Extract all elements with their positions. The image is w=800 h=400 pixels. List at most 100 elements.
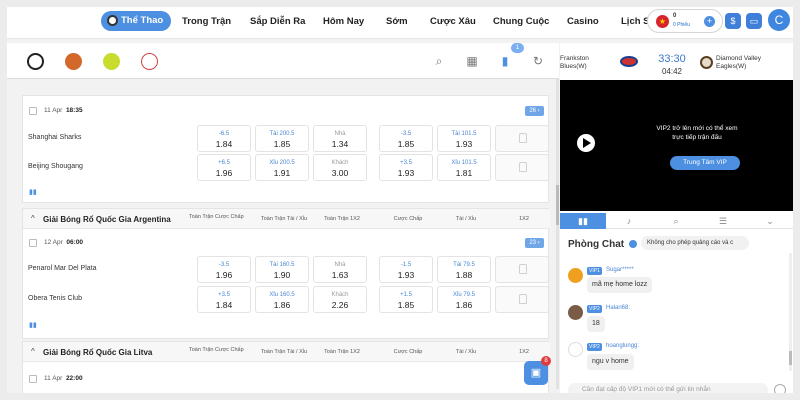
nav-item-sap-dien-ra[interactable]: Sắp Diễn Ra (250, 16, 305, 27)
odds-price: 3.00 (331, 168, 349, 178)
odds-cell[interactable]: +6.5 1.96 (197, 154, 251, 181)
odds-cell[interactable]: -6.5 1.84 (197, 125, 251, 152)
chat-scrollbar-thumb[interactable] (789, 351, 792, 365)
chat-input[interactable]: Cần đạt cấp độ VIP1 mới có thể gửi tin n… (568, 383, 768, 393)
odds-cell[interactable]: Tài 79.5 1.88 (437, 256, 491, 283)
list-scrollbar-thumb[interactable] (556, 185, 559, 225)
chat-notice: Không cho phép quảng cáo và c (641, 236, 749, 250)
balance-secondary: 0 Phiếu (673, 22, 690, 28)
list-scrollbar[interactable] (556, 79, 559, 389)
search-icon[interactable]: ⌕ (432, 54, 446, 68)
league-header[interactable]: ^ Giải Bóng Rổ Quốc Gia Argentina Toàn T… (23, 209, 550, 229)
odds-cell[interactable]: +3.5 1.84 (197, 286, 251, 313)
emoji-icon[interactable] (774, 384, 786, 393)
basketball-icon[interactable] (65, 53, 82, 70)
balance-box[interactable]: ★ 0 0 Phiếu + (647, 9, 723, 33)
odds-line: Nhà (334, 131, 346, 137)
chat-scrollbar[interactable] (789, 253, 792, 371)
chevron-up-icon[interactable]: ^ (31, 214, 35, 223)
locked-odds-cell (495, 286, 549, 313)
nav-item-cuoc-xau[interactable]: Cược Xâu (430, 16, 476, 27)
baseball-icon[interactable] (141, 53, 158, 70)
avatar[interactable]: C (768, 9, 790, 31)
calendar-icon[interactable]: ▦ (465, 54, 479, 68)
chevron-up-icon[interactable]: ^ (31, 347, 35, 356)
column-header: Toàn Trận 1X2 (324, 349, 360, 355)
top-nav: Thể Thao Trong Trận Sắp Diễn Ra Hôm Nay … (7, 7, 793, 39)
column-header: Toàn Trận Cược Chấp (189, 347, 244, 353)
odds-price: 1.86 (273, 300, 291, 310)
odds-line: Tài 101.5 (451, 131, 477, 137)
nav-item-trong-tran[interactable]: Trong Trận (182, 16, 231, 27)
video-player[interactable]: VIP2 trở lên mới có thể xem trực tiếp tr… (560, 80, 793, 211)
match-date: 11 Apr 18:35 (44, 107, 83, 114)
odds-price: 1.90 (273, 270, 291, 280)
microphone-tab-icon[interactable]: ♪ (606, 213, 652, 229)
odds-cell[interactable]: Tài 101.5 1.93 (437, 125, 491, 152)
nav-item-som[interactable]: Sớm (386, 16, 408, 27)
odds-line: Khách (331, 160, 349, 166)
nav-item-the-thao[interactable]: Thể Thao (101, 11, 172, 31)
chevron-down-icon[interactable]: ⌄ (747, 213, 793, 229)
odds-cell[interactable]: Xỉu 101.5 1.81 (437, 154, 491, 181)
league-card: ^ Giải Bóng Rổ Quốc Gia Litva Toàn Trận … (22, 341, 550, 393)
odds-cell[interactable]: Khách 2.26 (313, 286, 367, 313)
soccer-ball-icon[interactable] (27, 53, 44, 70)
match-checkbox[interactable] (29, 107, 37, 115)
odds-cell[interactable]: Nhà 1.63 (313, 256, 367, 283)
nav-item-hom-nay[interactable]: Hôm Nay (323, 16, 364, 27)
vip-center-button[interactable]: Trung Tâm VIP (670, 156, 740, 170)
match-date-day: 11 Apr (44, 375, 63, 382)
odds-cell[interactable]: +3.5 1.93 (379, 154, 433, 181)
odds-price: 1.81 (455, 168, 473, 178)
bookmark-icon[interactable]: ▮ (498, 54, 512, 68)
tennis-ball-icon[interactable] (103, 53, 120, 70)
team1-name: Frankston Blues(W) (560, 55, 589, 70)
more-markets-badge[interactable]: 26 › (525, 106, 544, 116)
column-header: Cược Chấp (393, 216, 423, 222)
list-tab-icon[interactable]: ☰ (700, 213, 746, 229)
live-panel: Frankston Blues(W) 33:30 04:42 Diamond V… (560, 43, 793, 393)
deposit-plus-icon[interactable]: + (704, 16, 715, 27)
match-checkbox[interactable] (29, 375, 37, 383)
info-icon[interactable] (629, 240, 637, 248)
odds-cell[interactable]: -1.5 1.93 (379, 256, 433, 283)
vip-message: VIP2 trở lên mới có thể xem trực tiếp tr… (656, 125, 738, 141)
bet-slip-button[interactable]: ▣ 8 (524, 356, 551, 385)
odds-line: Khách (331, 292, 349, 298)
odds-cell[interactable]: -3.5 1.85 (379, 125, 433, 152)
card-icon[interactable]: ▭ (746, 13, 762, 29)
odds-cell[interactable]: Tài 160.5 1.90 (255, 256, 309, 283)
stats-tab-icon[interactable]: ▮▮ (560, 213, 606, 229)
nav-item-casino[interactable]: Casino (567, 16, 599, 27)
odds-cell[interactable]: Khách 3.00 (313, 154, 367, 181)
odds-line: Tài 200.5 (269, 131, 295, 137)
odds-price: 1.93 (397, 270, 415, 280)
refresh-icon[interactable]: ↻ (531, 54, 545, 68)
odds-price: 1.96 (215, 168, 233, 178)
play-icon[interactable] (577, 134, 595, 152)
search-tab-icon[interactable]: ⌕ (653, 213, 699, 229)
odds-cell[interactable]: Xỉu 160.5 1.86 (255, 286, 309, 313)
stats-icon[interactable]: ▮▮ (29, 321, 37, 329)
column-header: Cược Chấp (393, 349, 423, 355)
chat-message: ngu v home (587, 354, 634, 370)
odds-line: Xỉu 160.5 (269, 292, 295, 298)
odds-cell[interactable]: -3.5 1.96 (197, 256, 251, 283)
column-header: Toàn Trận Cược Chấp (189, 214, 244, 220)
locked-odds-cell (495, 125, 549, 152)
nav-item-chung-cuoc[interactable]: Chung Cuộc (493, 16, 549, 27)
odds-cell[interactable]: Xỉu 79.5 1.86 (437, 286, 491, 313)
match-checkbox[interactable] (29, 239, 37, 247)
odds-cell[interactable]: +1.5 1.85 (379, 286, 433, 313)
odds-price: 1.84 (215, 300, 233, 310)
stats-icon[interactable]: ▮▮ (29, 188, 37, 196)
odds-cell[interactable]: Tài 200.5 1.85 (255, 125, 309, 152)
wallet-icon[interactable]: $ (725, 13, 741, 29)
more-markets-count: 26 (529, 108, 536, 114)
odds-cell[interactable]: Nhà 1.34 (313, 125, 367, 152)
more-markets-badge[interactable]: 23 › (525, 238, 544, 248)
league-header[interactable]: ^ Giải Bóng Rổ Quốc Gia Litva Toàn Trận … (23, 342, 550, 362)
odds-cell[interactable]: Xỉu 200.5 1.91 (255, 154, 309, 181)
nav-item-lich-su[interactable]: Lịch S (621, 16, 650, 27)
